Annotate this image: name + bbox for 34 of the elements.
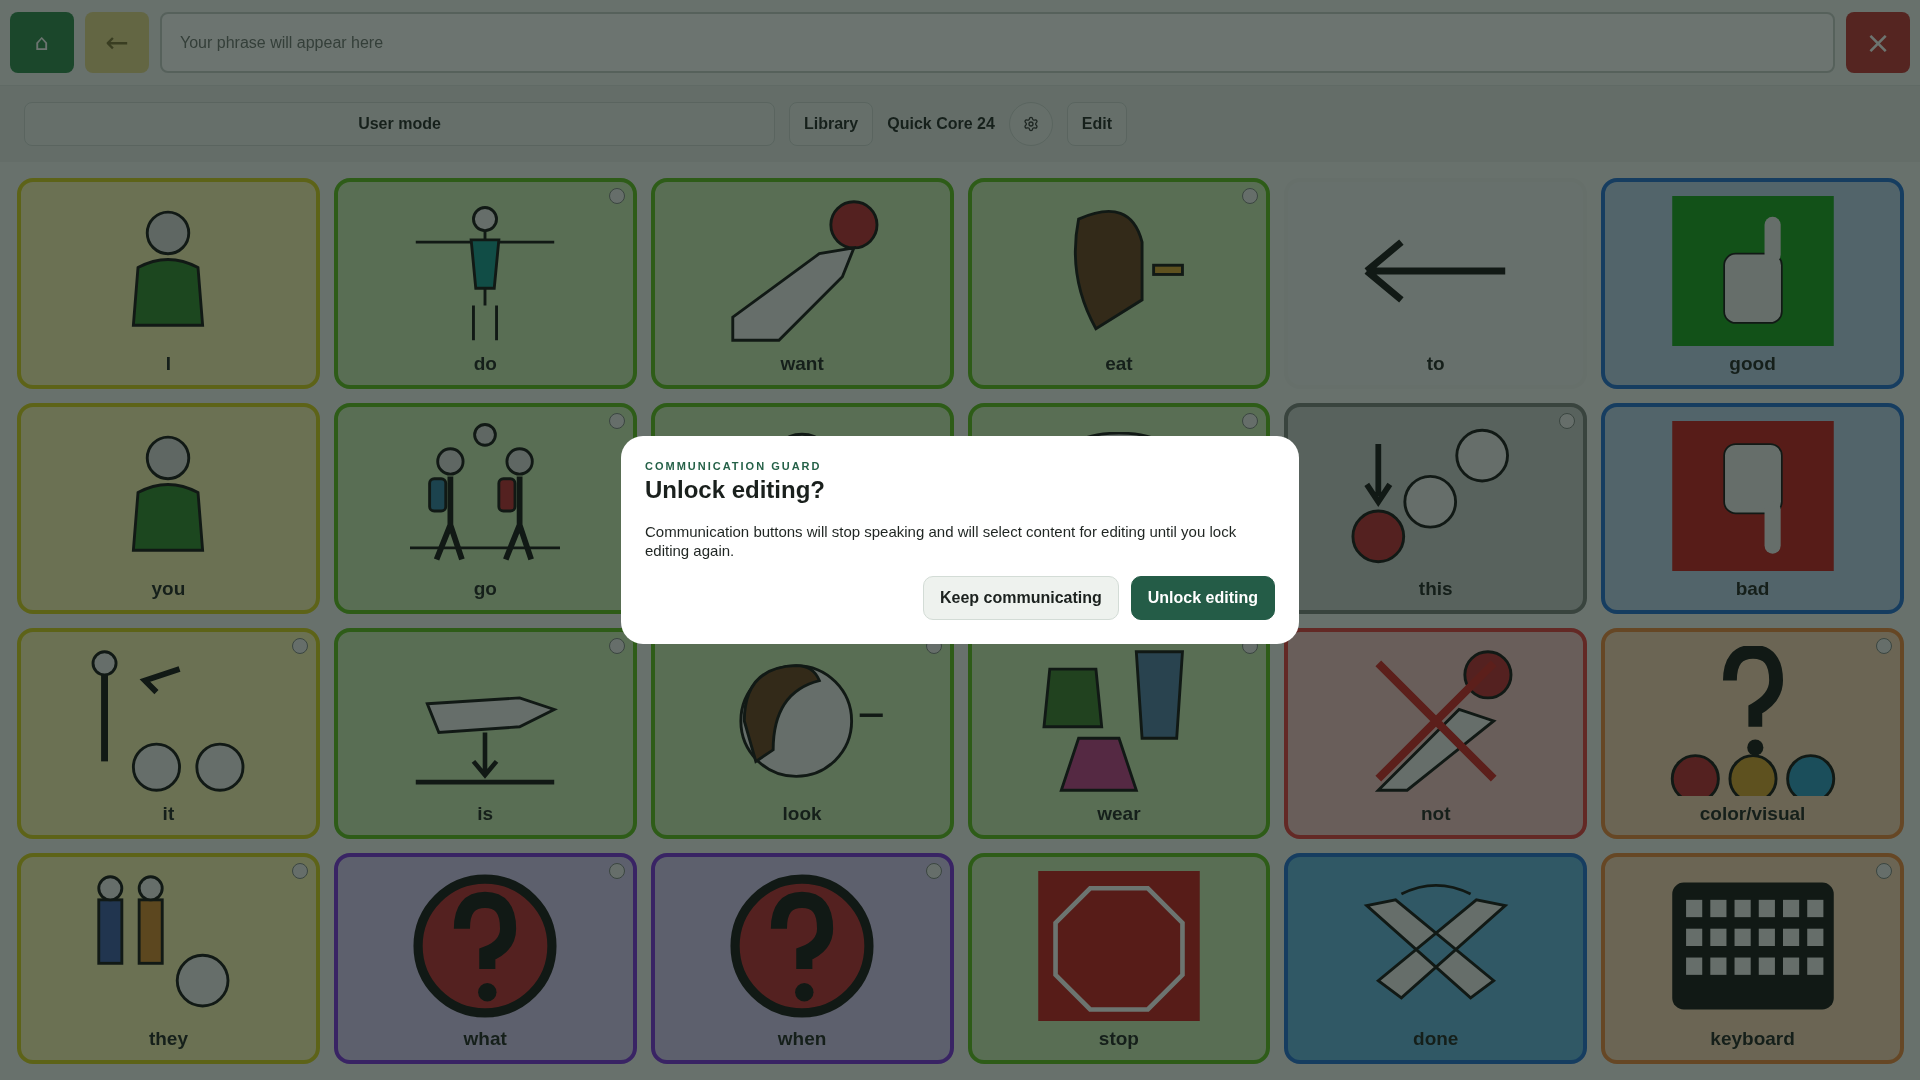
back-button[interactable]: ← bbox=[85, 12, 149, 73]
dialog-message: Communication buttons will stop speaking and will select content for editing until you lock editing again. bbox=[645, 522, 1238, 560]
symbol-tile[interactable]: I bbox=[17, 178, 320, 389]
unlock-button[interactable]: Unlock editing bbox=[1130, 576, 1275, 620]
phrase-field[interactable]: Your phrase will appear here bbox=[160, 12, 1835, 73]
settings-button[interactable] bbox=[1008, 102, 1053, 146]
symbol-tile[interactable]: this bbox=[1284, 403, 1588, 614]
symbol-tile[interactable]: you bbox=[17, 403, 320, 614]
symbol-tile[interactable]: do bbox=[333, 178, 637, 389]
mode-field[interactable]: User mode bbox=[24, 102, 775, 146]
symbol-tile[interactable]: not bbox=[1284, 628, 1588, 839]
symbol-tile[interactable]: is bbox=[333, 628, 637, 839]
symbol-tile[interactable]: when bbox=[650, 853, 954, 1064]
symbol-tile[interactable]: bad bbox=[1601, 403, 1904, 614]
keep-button[interactable]: Keep communicating bbox=[922, 576, 1119, 620]
close-button[interactable]: × bbox=[1846, 12, 1910, 73]
symbol-tile[interactable]: done bbox=[1284, 853, 1588, 1064]
board-name: Quick Core 24 bbox=[887, 115, 995, 133]
symbol-tile[interactable]: keyboard bbox=[1601, 853, 1904, 1064]
home-button[interactable]: ⌂ bbox=[10, 12, 74, 73]
symbol-tile[interactable]: want bbox=[650, 178, 954, 389]
dialog-title: Unlock editing? bbox=[645, 476, 826, 504]
symbol-tile[interactable]: it bbox=[17, 628, 320, 839]
library-button[interactable]: Library bbox=[789, 102, 874, 146]
symbol-tile[interactable]: eat bbox=[967, 178, 1271, 389]
symbol-tile[interactable]: what bbox=[333, 853, 637, 1064]
dialog-eyebrow: COMMUNICATION GUARD bbox=[645, 460, 823, 472]
edit-button[interactable]: Edit bbox=[1066, 102, 1128, 146]
symbol-tile[interactable]: they bbox=[17, 853, 320, 1064]
symbol-tile[interactable]: stop bbox=[967, 853, 1271, 1064]
symbol-tile[interactable]: good bbox=[1601, 178, 1904, 389]
settings-icon bbox=[1022, 116, 1039, 132]
symbol-tile[interactable]: go bbox=[333, 403, 637, 614]
symbol-tile[interactable]: color/visual bbox=[1601, 628, 1904, 839]
